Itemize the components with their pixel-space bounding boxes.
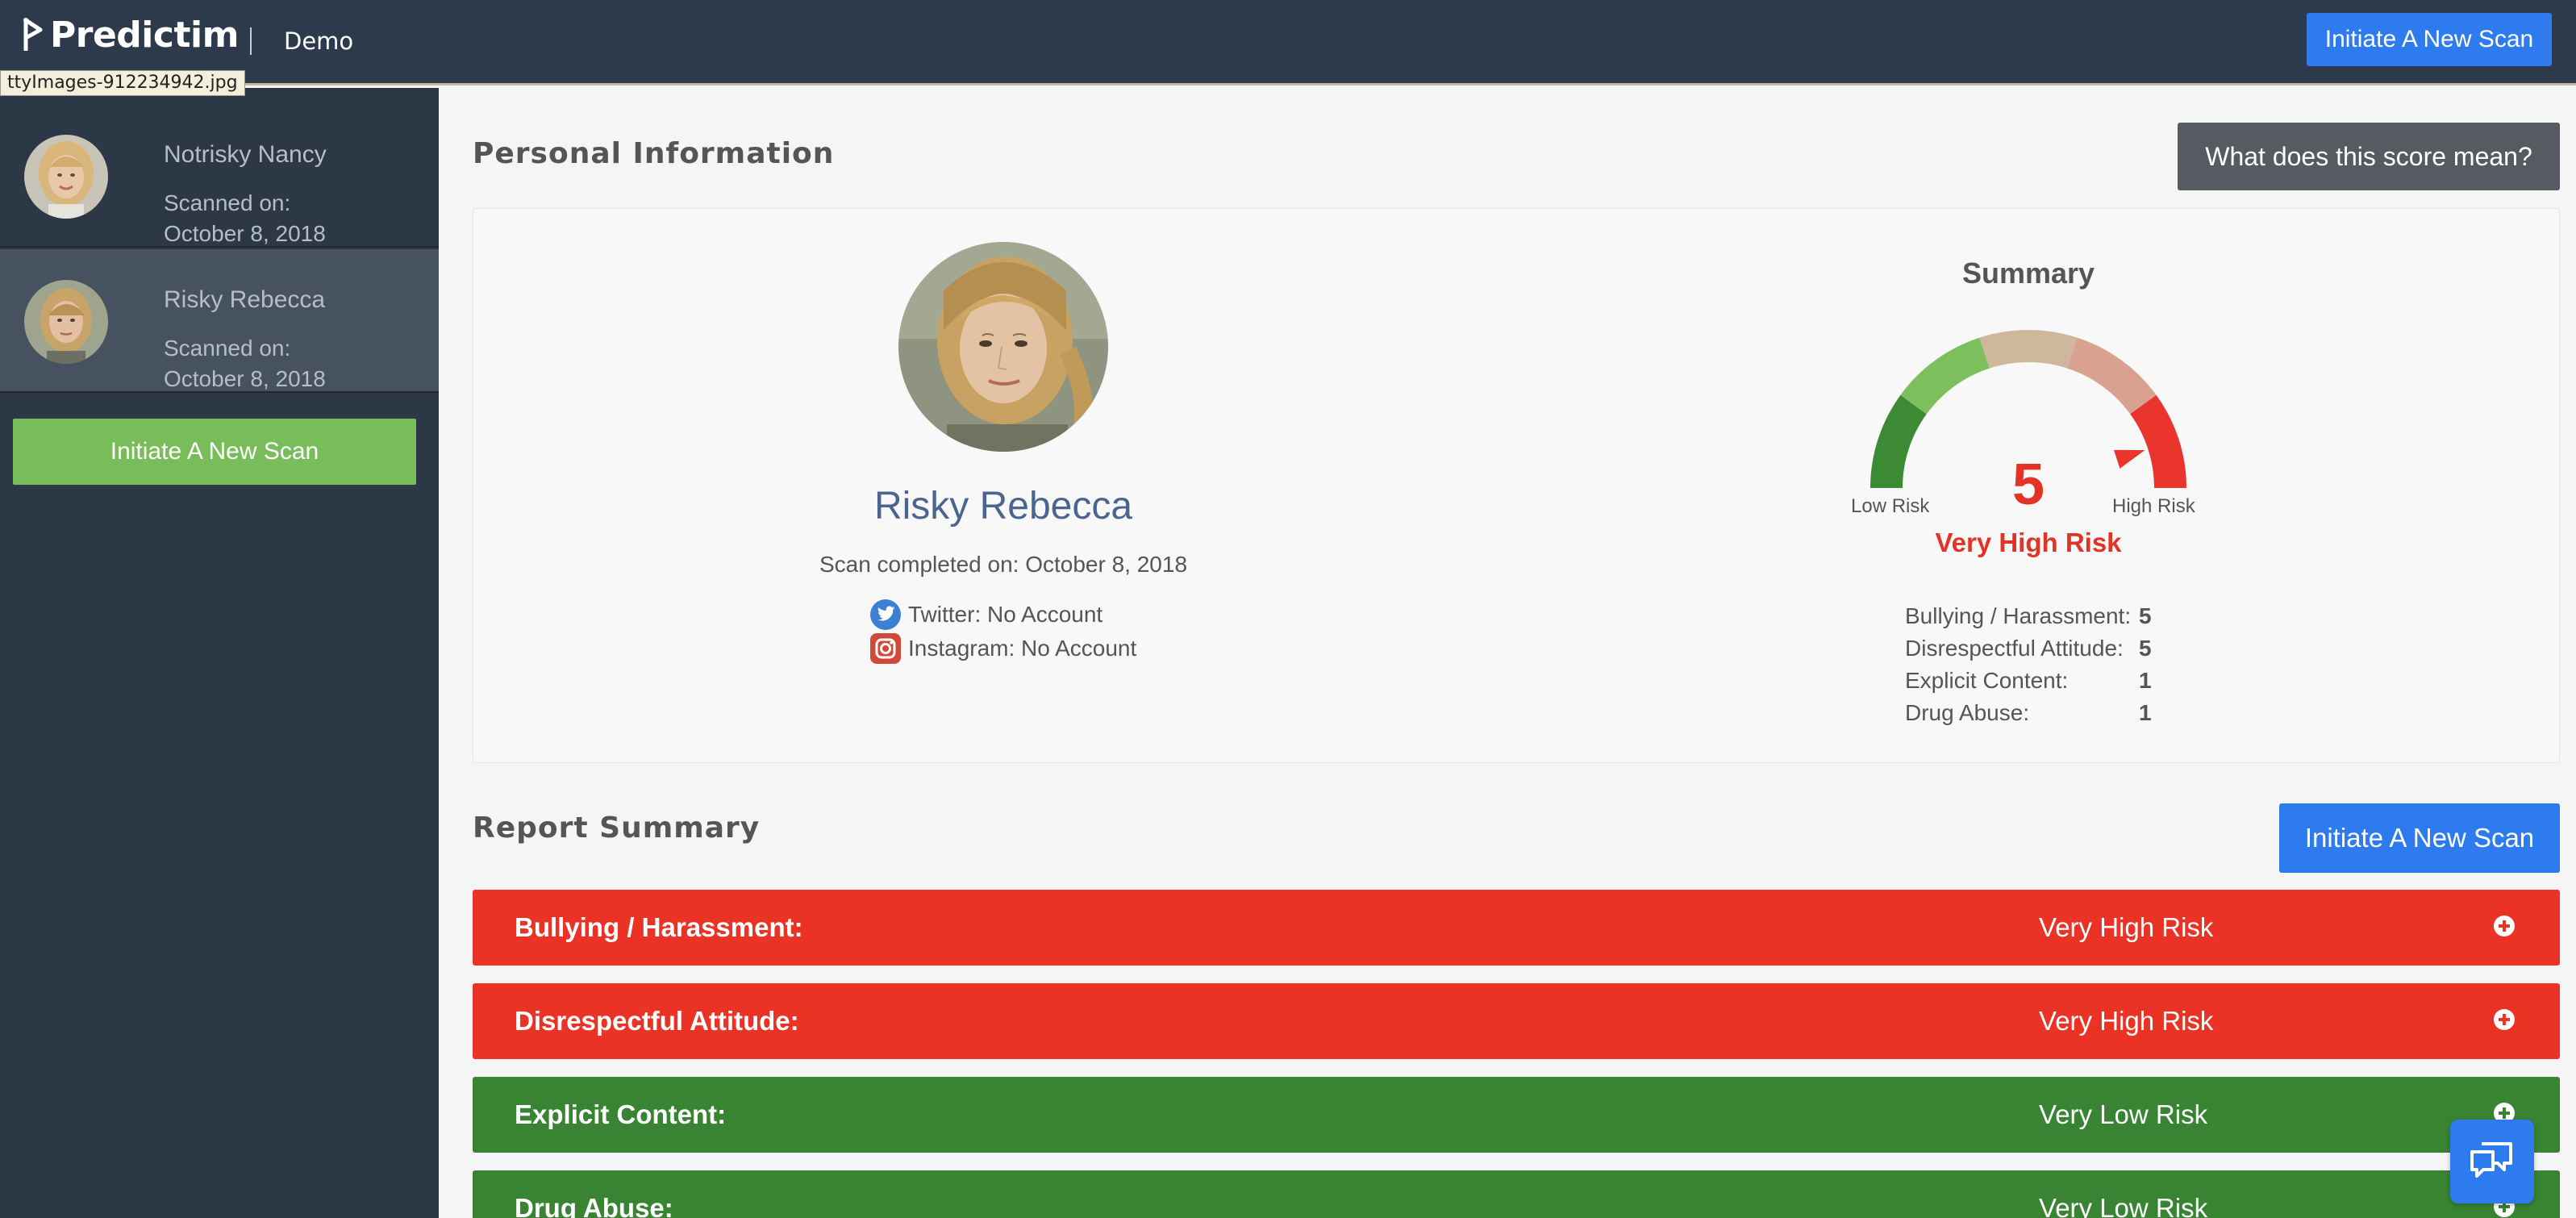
summary-category-label: Explicit Content: (1905, 668, 2069, 693)
report-row-disrespect[interactable]: Disrespectful Attitude: Very High Risk (473, 983, 2560, 1059)
report-row-drugs[interactable]: Drug Abuse: Very Low Risk (473, 1170, 2560, 1218)
scanned-date: October 8, 2018 (164, 221, 326, 246)
profile-name: Risky Rebecca (873, 485, 1133, 528)
gauge-needle (2113, 449, 2145, 469)
profile-photo (898, 242, 1108, 452)
scanned-label: Scanned on: (164, 190, 291, 215)
gauge-segment (1979, 330, 2078, 369)
summary-category-label: Bullying / Harassment: (1905, 603, 2132, 628)
plus-circle-icon[interactable] (2494, 916, 2515, 936)
scan-completed-text: Scan completed on: October 8, 2018 (819, 552, 1188, 577)
gauge-segment (1900, 337, 1990, 415)
env-label: Demo (284, 27, 354, 55)
instagram-row: Instagram: No Account (869, 632, 1136, 665)
summary-category-label: Disrespectful Attitude: (1905, 636, 2124, 661)
report-row-label: Disrespectful Attitude: (515, 1006, 799, 1036)
gauge-low-label: Low Risk (1851, 495, 1930, 517)
report-summary-title: Report Summary (473, 811, 761, 845)
twitter-icon (869, 599, 902, 631)
summary-category-value: 1 (2139, 668, 2152, 693)
scanned-on: Scanned on: October 8, 2018 (164, 333, 326, 394)
logo-mark-icon (19, 17, 47, 54)
brand-name: Predictim (50, 15, 239, 56)
report-row-label: Explicit Content: (515, 1099, 727, 1129)
score-meaning-button[interactable]: What does this score mean? (2178, 123, 2560, 190)
brand-logo[interactable]: Predictim (19, 15, 239, 56)
report-row-explicit[interactable]: Explicit Content: Very Low Risk (473, 1077, 2560, 1153)
report-row-bullying[interactable]: Bullying / Harassment: Very High Risk (473, 890, 2560, 966)
report-row-label: Drug Abuse: (515, 1193, 673, 1218)
chat-icon (2469, 1139, 2516, 1185)
scanned-date: October 8, 2018 (164, 366, 326, 391)
report-row-label: Bullying / Harassment: (515, 912, 803, 942)
summary-category-value: 5 (2139, 636, 2152, 661)
sidebar-person-rebecca[interactable]: Risky Rebecca Scanned on: October 8, 201… (0, 249, 439, 393)
instagram-status: Instagram: No Account (908, 636, 1137, 661)
scanned-label: Scanned on: (164, 336, 291, 361)
sidebar: Notrisky Nancy Scanned on: October 8, 20… (0, 88, 439, 1218)
summary-category-value: 5 (2139, 603, 2152, 628)
top-navbar: Predictim Demo Initiate A New Scan (0, 0, 2576, 86)
avatar (24, 135, 108, 219)
personal-info-title: Personal Information (473, 137, 835, 170)
scanned-on: Scanned on: October 8, 2018 (164, 188, 326, 249)
initiate-scan-button-report[interactable]: Initiate A New Scan (2279, 803, 2560, 873)
twitter-row: Twitter: No Account (869, 599, 1103, 631)
overall-risk-level: Very High Risk (1935, 528, 2122, 557)
summary-title: Summary (1961, 257, 2095, 290)
gauge-segment (2129, 394, 2186, 489)
gauge-segment (2066, 337, 2157, 415)
avatar (24, 280, 108, 364)
report-row-risk: Very Low Risk (2039, 1193, 2208, 1218)
summary-category-value: 1 (2139, 700, 2152, 725)
report-row-risk: Very High Risk (2039, 1006, 2214, 1036)
sidebar-person-nancy[interactable]: Notrisky Nancy Scanned on: October 8, 20… (0, 104, 439, 248)
twitter-status: Twitter: No Account (908, 602, 1103, 627)
brand-divider (250, 27, 252, 55)
person-name: Notrisky Nancy (164, 141, 327, 168)
instagram-icon (869, 632, 902, 665)
initiate-scan-button-sidebar[interactable]: Initiate A New Scan (13, 419, 416, 485)
initiate-scan-button-top[interactable]: Initiate A New Scan (2307, 13, 2552, 66)
report-row-risk: Very High Risk (2039, 912, 2214, 942)
gauge-high-label: High Risk (2112, 495, 2195, 517)
person-name: Risky Rebecca (164, 286, 326, 313)
chat-button[interactable] (2450, 1120, 2534, 1203)
summary-category-label: Drug Abuse: (1905, 700, 2030, 725)
filename-tooltip: ttyImages-912234942.jpg (0, 70, 245, 96)
gauge-segment (1870, 394, 1928, 489)
gauge-score: 5 (2011, 453, 2045, 517)
report-row-risk: Very Low Risk (2039, 1099, 2208, 1129)
plus-circle-icon[interactable] (2494, 1009, 2515, 1030)
